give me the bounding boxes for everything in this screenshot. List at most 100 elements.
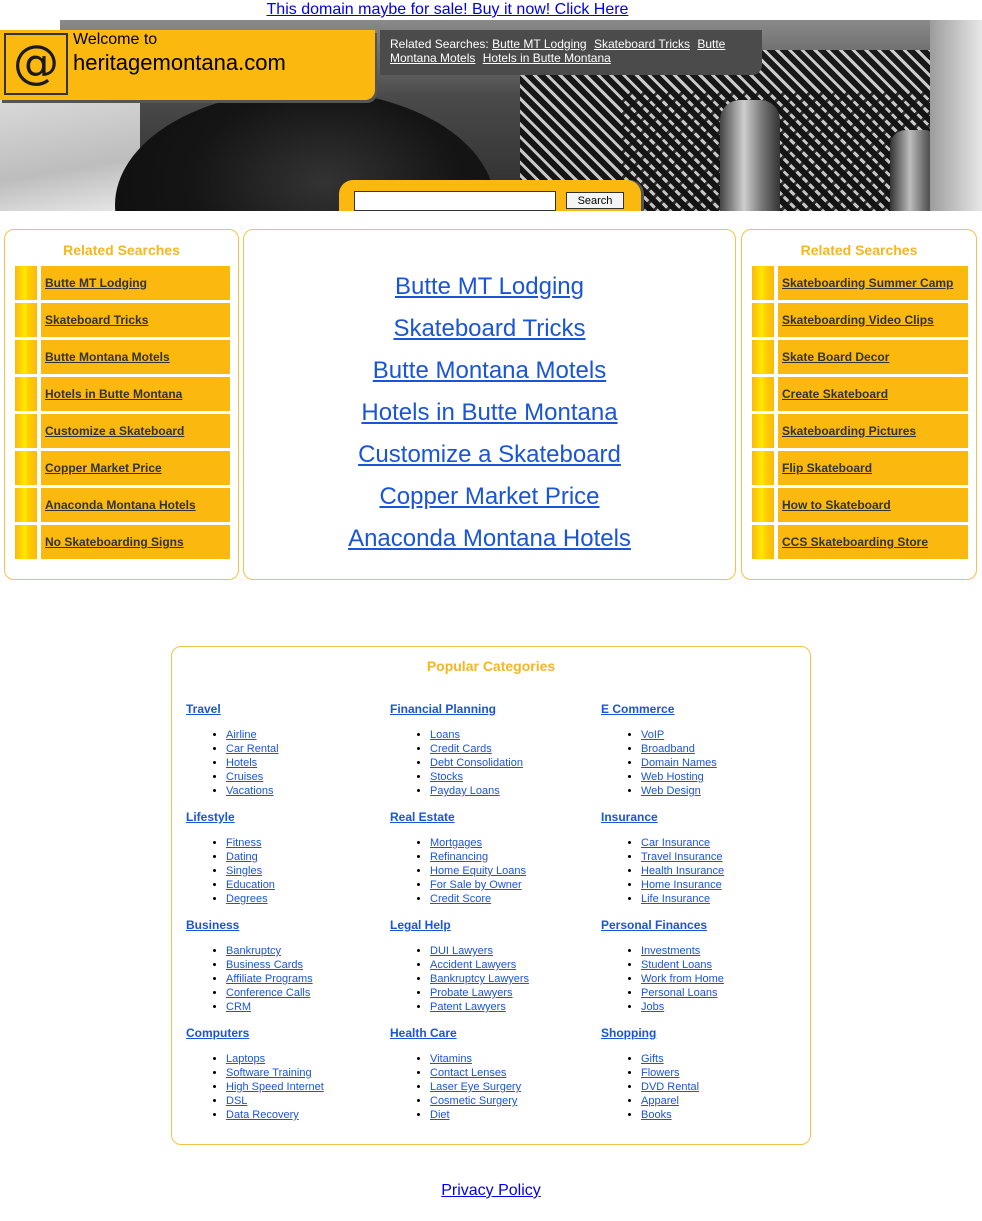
search-input[interactable] [354,191,556,211]
subcategory-link[interactable]: Flowers [641,1067,680,1079]
subcategory-link[interactable]: Conference Calls [226,987,310,999]
subcategory-link[interactable]: Education [226,879,275,891]
subcategory-link[interactable]: Personal Loans [641,987,717,999]
subcategory-link[interactable]: Laser Eye Surgery [430,1081,521,1093]
subcategory-link[interactable]: DVD Rental [641,1081,699,1093]
subcategory-link[interactable]: DSL [226,1095,247,1107]
subcategory-link[interactable]: Life Insurance [641,893,710,905]
category-link[interactable]: Personal Finances [601,918,707,932]
subcategory-link[interactable]: Accident Lawyers [430,959,516,971]
category-link[interactable]: Real Estate [390,810,455,824]
subcategory-link[interactable]: Singles [226,865,262,877]
subcategory-link[interactable]: CRM [226,1001,251,1013]
center-link[interactable]: Copper Market Price [244,476,735,518]
related-link[interactable]: Create Skateboard [782,387,888,401]
subcategory-link[interactable]: Web Hosting [641,771,704,783]
subcategory-link[interactable]: Software Training [226,1067,312,1079]
subcategory-link[interactable]: Investments [641,945,700,957]
related-link[interactable]: Skateboard Tricks [45,313,148,327]
subcategory-link[interactable]: Loans [430,729,460,741]
privacy-policy-link[interactable]: Privacy Policy [441,1182,541,1199]
subcategory-link[interactable]: Home Insurance [641,879,722,891]
subcategory-link[interactable]: Domain Names [641,757,717,769]
subcategory-link[interactable]: Gifts [641,1053,664,1065]
subcategory-link[interactable]: Student Loans [641,959,712,971]
related-link[interactable]: Skateboarding Video Clips [782,313,934,327]
category-link[interactable]: Travel [186,702,221,716]
subcategory-link[interactable]: Debt Consolidation [430,757,523,769]
subcategory-link[interactable]: Laptops [226,1053,265,1065]
subcategory-link[interactable]: Car Insurance [641,837,710,849]
subcategory-link[interactable]: Refinancing [430,851,488,863]
subcategory-link[interactable]: Data Recovery [226,1109,299,1121]
category-link[interactable]: Financial Planning [390,702,496,716]
subcategory-link[interactable]: Hotels [226,757,257,769]
subcategory-link[interactable]: Credit Score [430,893,491,905]
subcategory-link[interactable]: DUI Lawyers [430,945,493,957]
header-related-link[interactable]: Hotels in Butte Montana [483,51,611,65]
related-link[interactable]: Hotels in Butte Montana [45,387,182,401]
subcategory-link[interactable]: Bankruptcy Lawyers [430,973,529,985]
subcategory-link[interactable]: Web Design [641,785,701,797]
subcategory-link[interactable]: Work from Home [641,973,724,985]
related-link[interactable]: Skateboarding Pictures [782,424,916,438]
domain-for-sale-link[interactable]: This domain maybe for sale! Buy it now! … [267,1,629,18]
category-link[interactable]: Shopping [601,1026,656,1040]
subcategory-link[interactable]: For Sale by Owner [430,879,522,891]
subcategory-link[interactable]: Books [641,1109,672,1121]
related-link[interactable]: Copper Market Price [45,461,162,475]
subcategory-link[interactable]: Payday Loans [430,785,500,797]
subcategory-link[interactable]: Stocks [430,771,463,783]
related-link[interactable]: Butte Montana Motels [45,350,170,364]
subcategory-link[interactable]: Mortgages [430,837,482,849]
header-related-link[interactable]: Skateboard Tricks [594,37,690,51]
subcategory-link[interactable]: Credit Cards [430,743,492,755]
center-link[interactable]: Customize a Skateboard [244,434,735,476]
related-link[interactable]: Skate Board Decor [782,350,889,364]
related-link[interactable]: Anaconda Montana Hotels [45,498,196,512]
center-link[interactable]: Butte Montana Motels [244,350,735,392]
subcategory-link[interactable]: Business Cards [226,959,303,971]
related-link[interactable]: Flip Skateboard [782,461,872,475]
category-link[interactable]: E Commerce [601,702,674,716]
subcategory-link[interactable]: VoIP [641,729,664,741]
subcategory-link[interactable]: Jobs [641,1001,664,1013]
subcategory-link[interactable]: Broadband [641,743,695,755]
subcategory-link[interactable]: Health Insurance [641,865,724,877]
subcategory-link[interactable]: Airline [226,729,257,741]
subcategory-link[interactable]: Fitness [226,837,261,849]
subcategory-link[interactable]: Cruises [226,771,263,783]
subcategory-link[interactable]: Car Rental [226,743,279,755]
subcategory-link[interactable]: Home Equity Loans [430,865,526,877]
subcategory-link[interactable]: Vitamins [430,1053,472,1065]
category-link[interactable]: Computers [186,1026,249,1040]
subcategory-link[interactable]: Contact Lenses [430,1067,506,1079]
category-link[interactable]: Business [186,918,239,932]
category-link[interactable]: Insurance [601,810,658,824]
subcategory-link[interactable]: Diet [430,1109,450,1121]
center-link[interactable]: Anaconda Montana Hotels [244,518,735,560]
category-link[interactable]: Legal Help [390,918,451,932]
category-link[interactable]: Health Care [390,1026,457,1040]
related-link[interactable]: CCS Skateboarding Store [782,535,928,549]
subcategory-link[interactable]: Cosmetic Surgery [430,1095,517,1107]
search-button[interactable]: Search [566,192,624,209]
subcategory-link[interactable]: Patent Lawyers [430,1001,506,1013]
center-link[interactable]: Hotels in Butte Montana [244,392,735,434]
subcategory-link[interactable]: Travel Insurance [641,851,723,863]
header-related-link[interactable]: Butte MT Lodging [492,37,587,51]
center-link[interactable]: Butte MT Lodging [244,266,735,308]
related-link[interactable]: Customize a Skateboard [45,424,184,438]
center-link[interactable]: Skateboard Tricks [244,308,735,350]
related-link[interactable]: Butte MT Lodging [45,276,147,290]
related-link[interactable]: How to Skateboard [782,498,891,512]
subcategory-link[interactable]: Apparel [641,1095,679,1107]
related-link[interactable]: No Skateboarding Signs [45,535,184,549]
related-link[interactable]: Skateboarding Summer Camp [782,276,953,290]
subcategory-link[interactable]: Dating [226,851,258,863]
subcategory-link[interactable]: High Speed Internet [226,1081,324,1093]
category-link[interactable]: Lifestyle [186,810,235,824]
subcategory-link[interactable]: Vacations [226,785,274,797]
subcategory-link[interactable]: Probate Lawyers [430,987,513,999]
subcategory-link[interactable]: Bankruptcy [226,945,281,957]
